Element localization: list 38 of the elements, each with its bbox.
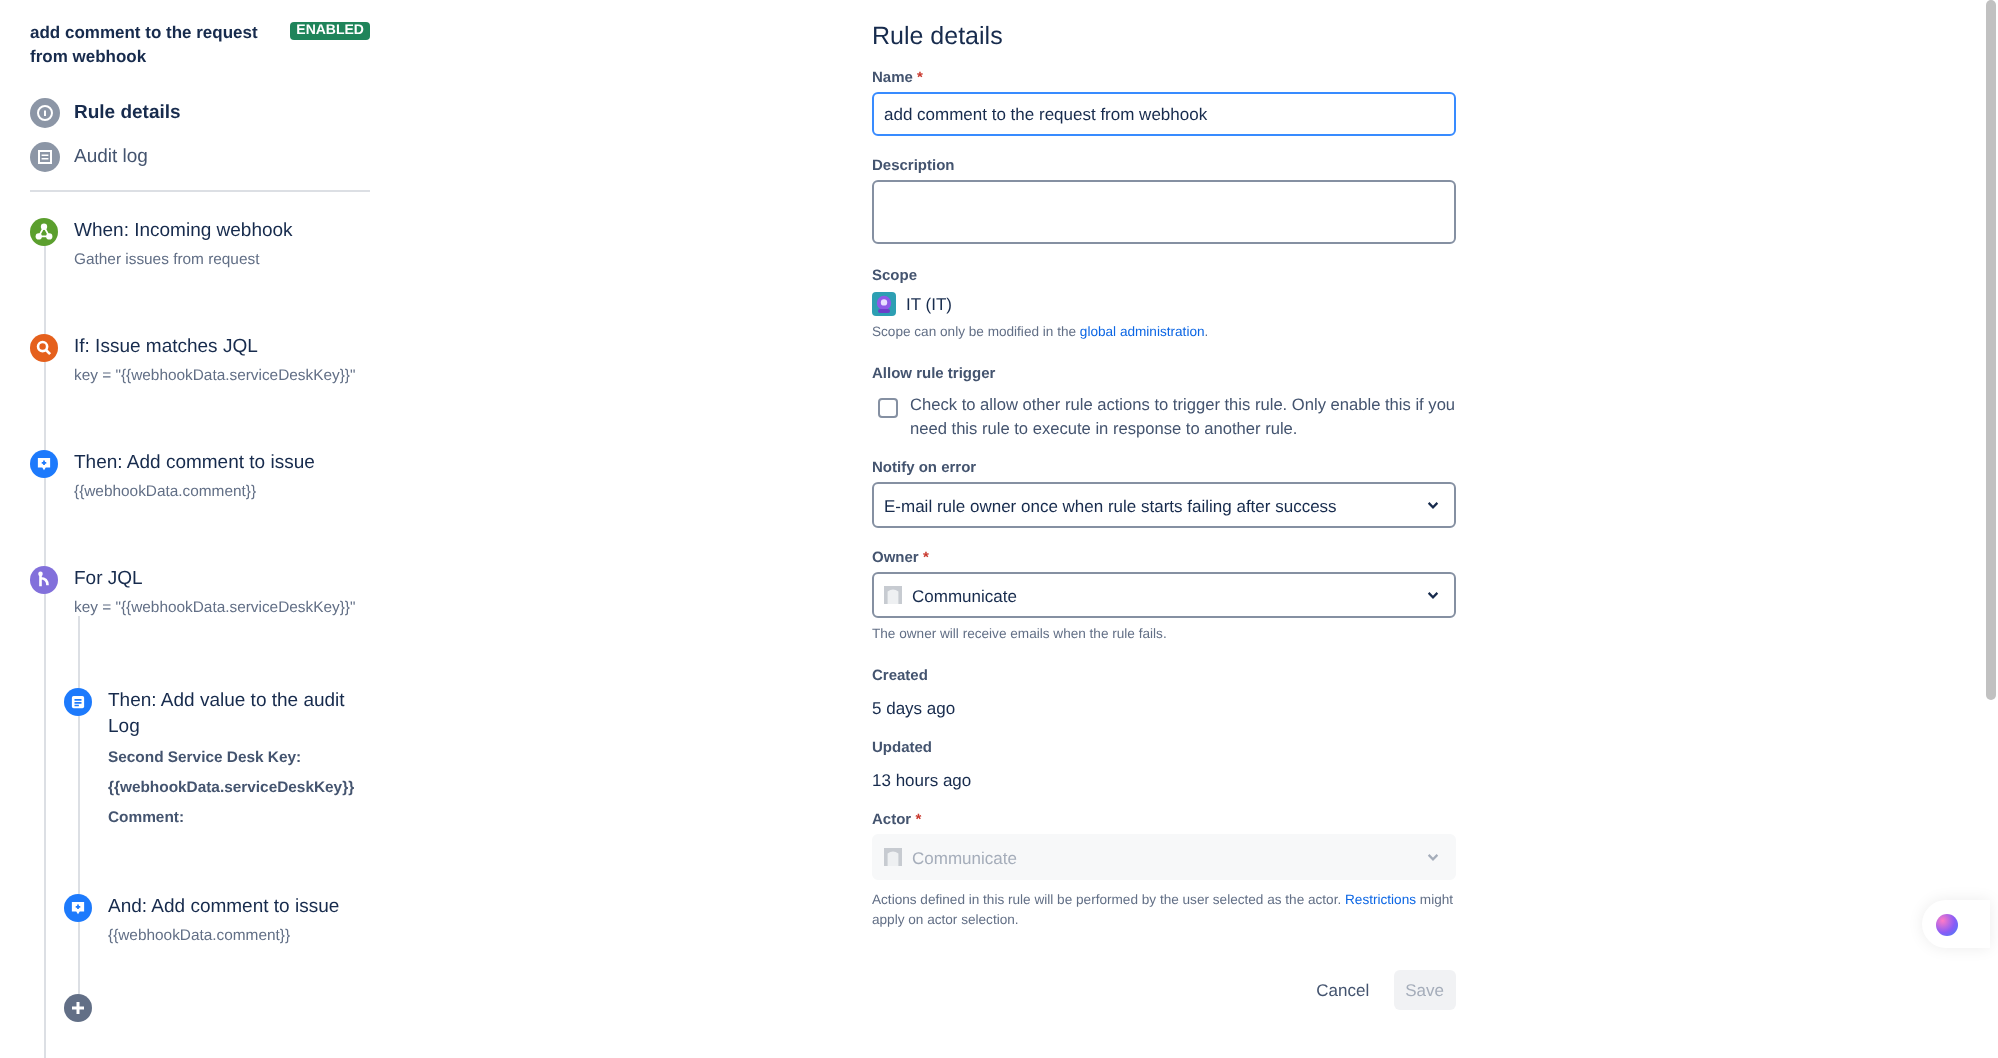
checkbox[interactable] bbox=[878, 398, 898, 418]
project-icon bbox=[872, 292, 896, 316]
step-title[interactable]: If: Issue matches JQL bbox=[74, 334, 356, 360]
rule-title: add comment to the request from webhook bbox=[30, 20, 260, 68]
list-icon[interactable] bbox=[64, 688, 92, 716]
info-icon bbox=[30, 98, 60, 128]
chevron-down-icon bbox=[1426, 588, 1440, 602]
step-title[interactable]: Then: Add comment to issue bbox=[74, 450, 315, 476]
step-title[interactable]: When: Incoming webhook bbox=[74, 218, 293, 244]
add-step-button[interactable] bbox=[64, 994, 92, 1022]
nav-item[interactable]: Rule details bbox=[74, 102, 181, 124]
cancel-button[interactable]: Cancel bbox=[1304, 970, 1382, 1010]
comment-icon[interactable] bbox=[30, 450, 58, 478]
nav-item[interactable]: Audit log bbox=[74, 146, 148, 168]
step-title[interactable]: Then: Add value to the audit Log bbox=[108, 688, 364, 740]
chevron-down-icon bbox=[1426, 850, 1440, 864]
avatar-icon bbox=[884, 586, 902, 604]
created-value: 5 days ago bbox=[872, 698, 958, 718]
scope-value: IT (IT) bbox=[906, 294, 952, 314]
orb-icon bbox=[1936, 913, 1958, 935]
list-icon bbox=[30, 142, 60, 172]
search-icon[interactable] bbox=[30, 334, 58, 362]
page-title: Rule details bbox=[872, 22, 1005, 50]
scrollbar[interactable] bbox=[1986, 0, 1996, 700]
branch-icon[interactable] bbox=[30, 566, 58, 594]
assistant-button[interactable] bbox=[1922, 900, 1990, 948]
avatar-icon bbox=[884, 848, 902, 866]
checkbox-label: Check to allow other rule actions to trigger this rule. Only enable this if you need this rule to execute in response to another rule. bbox=[910, 394, 1456, 440]
comment-icon[interactable] bbox=[64, 894, 92, 922]
step-title[interactable]: And: Add comment to issue bbox=[108, 894, 340, 920]
name-field[interactable]: add comment to the request from webhook bbox=[872, 92, 1456, 136]
updated-value: 13 hours ago bbox=[872, 770, 974, 790]
description-field[interactable] bbox=[872, 180, 1456, 244]
network-icon[interactable] bbox=[30, 218, 58, 246]
owner-select[interactable]: Communicate bbox=[872, 572, 1456, 618]
step-title[interactable]: For JQL bbox=[74, 566, 356, 592]
notify-select[interactable]: E-mail rule owner once when rule starts failing after success bbox=[872, 482, 1456, 528]
chevron-down-icon bbox=[1426, 498, 1440, 512]
